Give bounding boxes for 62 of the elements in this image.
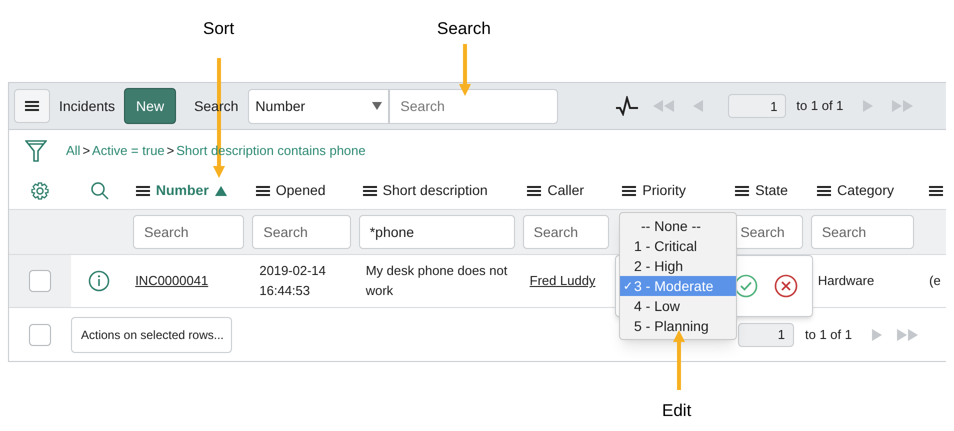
- list-title: Incidents: [59, 96, 116, 116]
- search-field[interactable]: Search: [389, 88, 558, 124]
- dropdown-caret-icon: [372, 102, 382, 110]
- page-range: to 1 of 1: [796, 97, 844, 116]
- breadcrumb-separator: >: [82, 142, 90, 160]
- menu-button[interactable]: [14, 89, 50, 123]
- column-header[interactable]: Category: [817, 180, 894, 201]
- annotation-arrow: [459, 44, 471, 96]
- column-menu-icon: [362, 184, 377, 196]
- annotation-label: Search: [437, 18, 491, 40]
- info-icon[interactable]: [88, 270, 110, 292]
- record-link[interactable]: Fred Luddy: [530, 271, 596, 291]
- column-menu-icon: [527, 184, 542, 196]
- column-header[interactable]: Number: [136, 180, 227, 201]
- column-header[interactable]: Opened: [256, 180, 326, 201]
- annotation-label: Edit: [662, 400, 692, 422]
- dropdown-option[interactable]: 5 - Planning: [620, 316, 736, 336]
- column-menu-icon: [929, 184, 944, 196]
- breadcrumb-link[interactable]: Active = true: [92, 141, 165, 161]
- row-checkbox[interactable]: [29, 324, 51, 346]
- sort-ascending-icon: [214, 186, 227, 196]
- page-range: to 1 of 1: [805, 326, 852, 344]
- column-menu-icon: [256, 184, 270, 196]
- cancel-icon[interactable]: [774, 274, 798, 298]
- last-page-icon[interactable]: [896, 328, 919, 342]
- column-filter-field[interactable]: *phone: [358, 215, 515, 249]
- breadcrumb-link[interactable]: All: [66, 141, 80, 161]
- annotation-label: Sort: [203, 18, 234, 40]
- table-cell-text: Hardware: [818, 272, 874, 290]
- filter-icon[interactable]: [25, 139, 47, 163]
- column-menu-icon: [136, 184, 150, 196]
- record-link[interactable]: INC0000041: [135, 271, 208, 291]
- column-header[interactable]: Caller: [527, 180, 584, 201]
- search-icon[interactable]: [90, 180, 110, 200]
- page-field[interactable]: 1: [728, 94, 786, 118]
- column-header[interactable]: Short description: [362, 180, 488, 201]
- column-filter-field[interactable]: Search: [522, 215, 610, 249]
- column-header[interactable]: Priority: [622, 180, 686, 201]
- settings-icon[interactable]: [30, 180, 50, 200]
- column-filter-field[interactable]: Search: [252, 215, 351, 249]
- column-menu-icon: [817, 184, 832, 196]
- field-select[interactable]: Number: [248, 88, 390, 124]
- table-cell-text: My desk phone does not work: [366, 262, 508, 300]
- column-header[interactable]: [929, 184, 944, 196]
- new-button[interactable]: New: [124, 88, 176, 124]
- dropdown-option[interactable]: 2 - High: [620, 256, 736, 276]
- activity-icon[interactable]: [616, 96, 638, 116]
- table-cell-text: 2019-02-14 16:44:53: [259, 262, 327, 300]
- page-field[interactable]: 1: [738, 322, 794, 346]
- column-menu-icon: [622, 184, 636, 196]
- menu-icon: [25, 100, 39, 112]
- column-header[interactable]: State: [735, 180, 788, 201]
- dropdown-option[interactable]: 4 - Low: [620, 296, 736, 316]
- column-menu-icon: [735, 184, 750, 196]
- column-filter-field[interactable]: Search: [810, 215, 914, 249]
- actions-select[interactable]: Actions on selected rows...: [71, 316, 232, 352]
- column-filter-field[interactable]: Search: [133, 215, 244, 249]
- save-icon[interactable]: [734, 274, 758, 298]
- row-checkbox[interactable]: [28, 270, 51, 292]
- table-cell-text: (e: [929, 272, 941, 290]
- breadcrumb-separator: >: [166, 142, 174, 160]
- next-page-icon[interactable]: [872, 328, 883, 342]
